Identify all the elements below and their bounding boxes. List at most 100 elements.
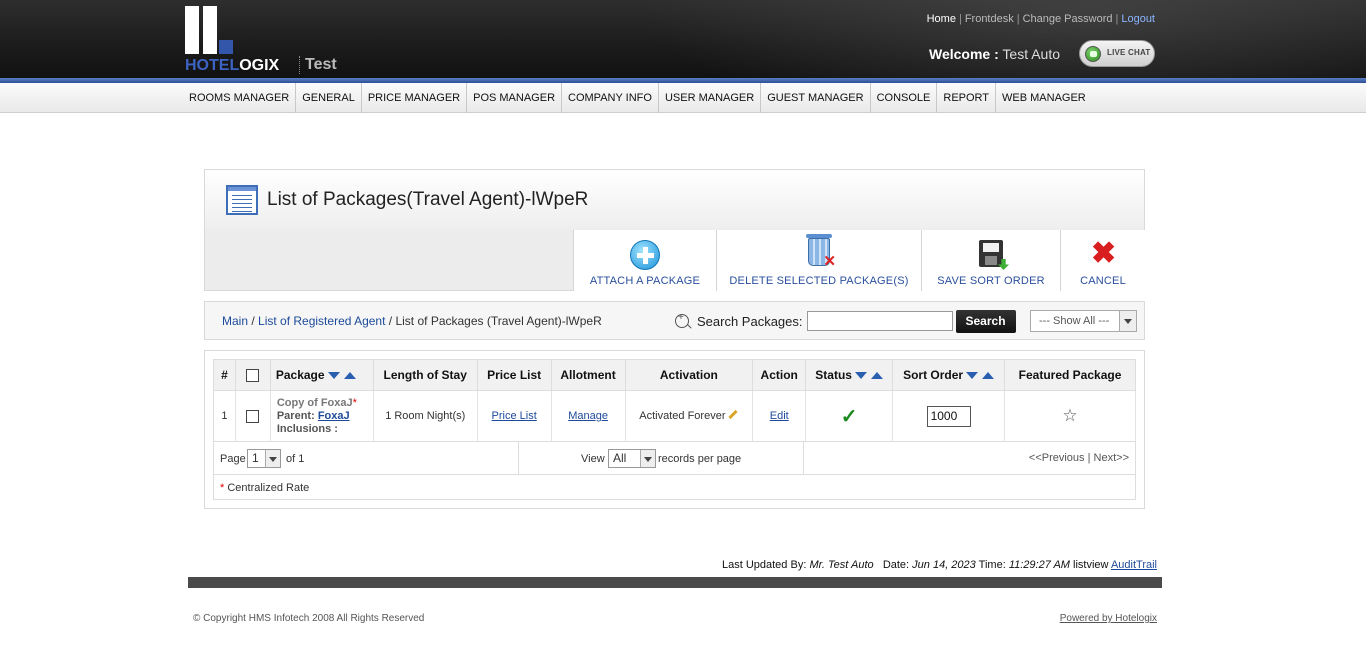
trash-bin-icon: ✕ [806, 234, 836, 269]
row-featured: ☆ [1004, 390, 1136, 442]
search-input[interactable] [806, 311, 953, 331]
chevron-down-icon [265, 450, 280, 467]
row-status: ✓ [805, 390, 894, 442]
close-icon: ✖ [1091, 237, 1117, 270]
row-action: Edit [752, 390, 807, 442]
breadcrumb-main[interactable]: Main [222, 314, 248, 328]
row-activation: Activated Forever [625, 390, 754, 442]
col-price-list: Price List [477, 359, 552, 391]
delete-selected-button[interactable]: ✕ DELETE SELECTED PACKAGE(S) [716, 230, 921, 291]
breadcrumb: Main / List of Registered Agent / List o… [222, 314, 602, 328]
nav-guest-manager[interactable]: GUEST MANAGER [761, 83, 871, 113]
chat-bubble-icon [1085, 46, 1101, 62]
row-package: Copy of FoxaJ* Parent: FoxaJ Inclusions … [270, 390, 374, 442]
table-header-row: # Package Length of Stay Price List Allo… [213, 359, 1136, 391]
logo-square-icon [219, 40, 233, 54]
audit-trail-link[interactable]: AuditTrail [1111, 559, 1157, 571]
nav-web-manager[interactable]: WEB MANAGER [996, 83, 1092, 113]
logo-bar-icon [185, 6, 199, 54]
next-link[interactable]: Next>> [1094, 452, 1129, 464]
search-area: Search Packages: Search [675, 309, 1016, 333]
panel-header: List of Packages(Travel Agent)-lWpeR [205, 170, 1144, 230]
live-chat-button[interactable]: LIVE CHAT [1079, 40, 1155, 67]
select-all-checkbox[interactable] [246, 369, 260, 383]
zoom-search-icon [675, 312, 689, 328]
sort-arrows-icon[interactable] [854, 368, 883, 382]
pagination-bar: Page 1 of 1 View All records per page <<… [213, 442, 1136, 475]
nav-rooms-manager[interactable]: ROOMS MANAGER [183, 83, 297, 113]
copyright-text: © Copyright HMS Infotech 2008 All Rights… [193, 613, 425, 624]
frontdesk-link[interactable]: Frontdesk [965, 13, 1014, 25]
row-length-of-stay: 1 Room Night(s) [373, 390, 478, 442]
nav-pos-manager[interactable]: POS MANAGER [467, 83, 563, 113]
edit-pencil-icon[interactable] [728, 409, 739, 419]
nav-report[interactable]: REPORT [937, 83, 997, 113]
footer-divider [188, 577, 1162, 588]
save-disk-icon [979, 240, 1009, 270]
previous-link[interactable]: <<Previous [1029, 452, 1085, 464]
welcome-text: Welcome : Test Auto [929, 46, 1060, 62]
page-select[interactable]: 1 [247, 449, 281, 468]
price-list-link[interactable]: Price List [492, 410, 537, 422]
hotelogix-logo[interactable]: HOTELOGIX [185, 6, 305, 74]
sort-arrows-icon[interactable] [327, 368, 356, 382]
powered-by-link[interactable]: Powered by Hotelogix [1060, 613, 1157, 624]
attach-package-button[interactable]: ATTACH A PACKAGE [573, 230, 716, 291]
col-status[interactable]: Status [805, 359, 894, 391]
col-length-of-stay: Length of Stay [373, 359, 478, 391]
change-password-link[interactable]: Change Password [1023, 13, 1113, 25]
header-decoration [640, 0, 1366, 78]
chevron-down-icon [1119, 311, 1136, 331]
row-checkbox[interactable] [246, 409, 260, 423]
breadcrumb-agents[interactable]: List of Registered Agent [258, 314, 385, 328]
featured-star-icon[interactable]: ☆ [1062, 406, 1077, 425]
search-button[interactable]: Search [955, 309, 1016, 333]
legend: * Centralized Rate [213, 475, 1136, 500]
page-title: List of Packages(Travel Agent)-lWpeR [267, 189, 589, 210]
nav-console[interactable]: CONSOLE [871, 83, 938, 113]
cancel-button[interactable]: ✖ CANCEL [1060, 230, 1145, 291]
manage-allotment-link[interactable]: Manage [568, 410, 608, 422]
col-sort-order[interactable]: Sort Order [892, 359, 1006, 391]
col-action: Action [752, 359, 807, 391]
col-package[interactable]: Package [270, 359, 374, 391]
list-page-icon [226, 185, 258, 215]
col-num: # [213, 359, 236, 391]
col-allotment: Allotment [551, 359, 626, 391]
records-per-page-select[interactable]: All [608, 449, 656, 468]
centralized-rate-marker: * [352, 396, 357, 409]
nav-user-manager[interactable]: USER MANAGER [659, 83, 762, 113]
breadcrumb-bar: Main / List of Registered Agent / List o… [204, 301, 1145, 340]
hotel-name: Test [299, 56, 337, 74]
search-label: Search Packages: [697, 313, 803, 329]
row-sort-order: 1000 [892, 390, 1006, 442]
welcome-user: Test Auto [1002, 46, 1060, 62]
breadcrumb-current: List of Packages (Travel Agent)-lWpeR [395, 314, 602, 328]
main-nav: ROOMS MANAGER GENERAL PRICE MANAGER POS … [0, 83, 1366, 113]
sort-order-input[interactable]: 1000 [926, 405, 971, 427]
parent-package-link[interactable]: FoxaJ [318, 410, 350, 422]
package-name: Copy of FoxaJ [276, 396, 353, 409]
logout-link[interactable]: Logout [1121, 13, 1155, 25]
col-select-all [235, 359, 271, 391]
nav-company-info[interactable]: COMPANY INFO [562, 83, 659, 113]
save-sort-order-button[interactable]: SAVE SORT ORDER [921, 230, 1060, 291]
row-num: 1 [213, 390, 236, 442]
active-check-icon[interactable]: ✓ [841, 406, 858, 428]
chevron-down-icon [640, 450, 655, 467]
nav-general[interactable]: GENERAL [296, 83, 362, 113]
row-allotment: Manage [551, 390, 626, 442]
nav-price-manager[interactable]: PRICE MANAGER [362, 83, 468, 113]
top-links: Home | Frontdesk | Change Password | Logout [926, 13, 1155, 25]
sort-arrows-icon[interactable] [966, 368, 995, 382]
packages-grid: # Package Length of Stay Price List Allo… [204, 350, 1145, 509]
col-activation: Activation [625, 359, 754, 391]
table-row: 1 Copy of FoxaJ* Parent: FoxaJ Inclusion… [213, 390, 1136, 442]
row-select-cell [235, 390, 271, 442]
edit-link[interactable]: Edit [770, 410, 789, 422]
filter-select[interactable]: --- Show All --- [1030, 310, 1137, 332]
logo-wordmark: HOTELOGIX [185, 57, 280, 74]
home-link[interactable]: Home [927, 13, 956, 25]
col-featured: Featured Package [1004, 359, 1136, 391]
last-updated-info: Last Updated By: Mr. Test Auto Date: Jun… [721, 559, 1157, 571]
